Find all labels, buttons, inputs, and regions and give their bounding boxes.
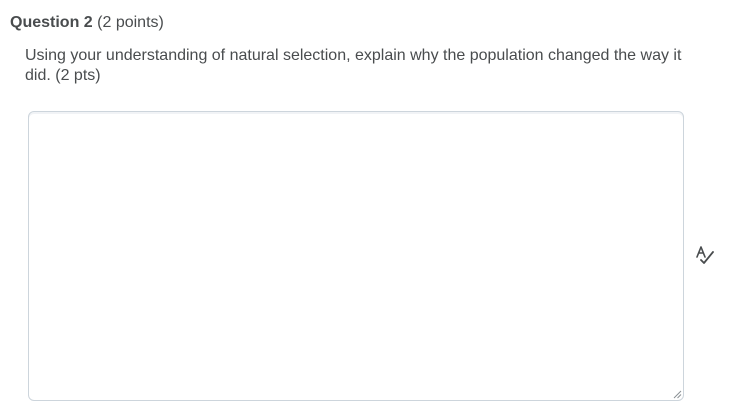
spellcheck-icon[interactable] [694,244,716,266]
resize-handle-icon[interactable] [672,389,682,399]
answer-textarea[interactable] [28,111,684,401]
question-points: (2 points) [97,14,164,31]
question-title: Question 2 [10,14,93,31]
question-prompt: Using your understanding of natural sele… [25,47,682,84]
question-header: Question 2 (2 points) [10,13,164,33]
